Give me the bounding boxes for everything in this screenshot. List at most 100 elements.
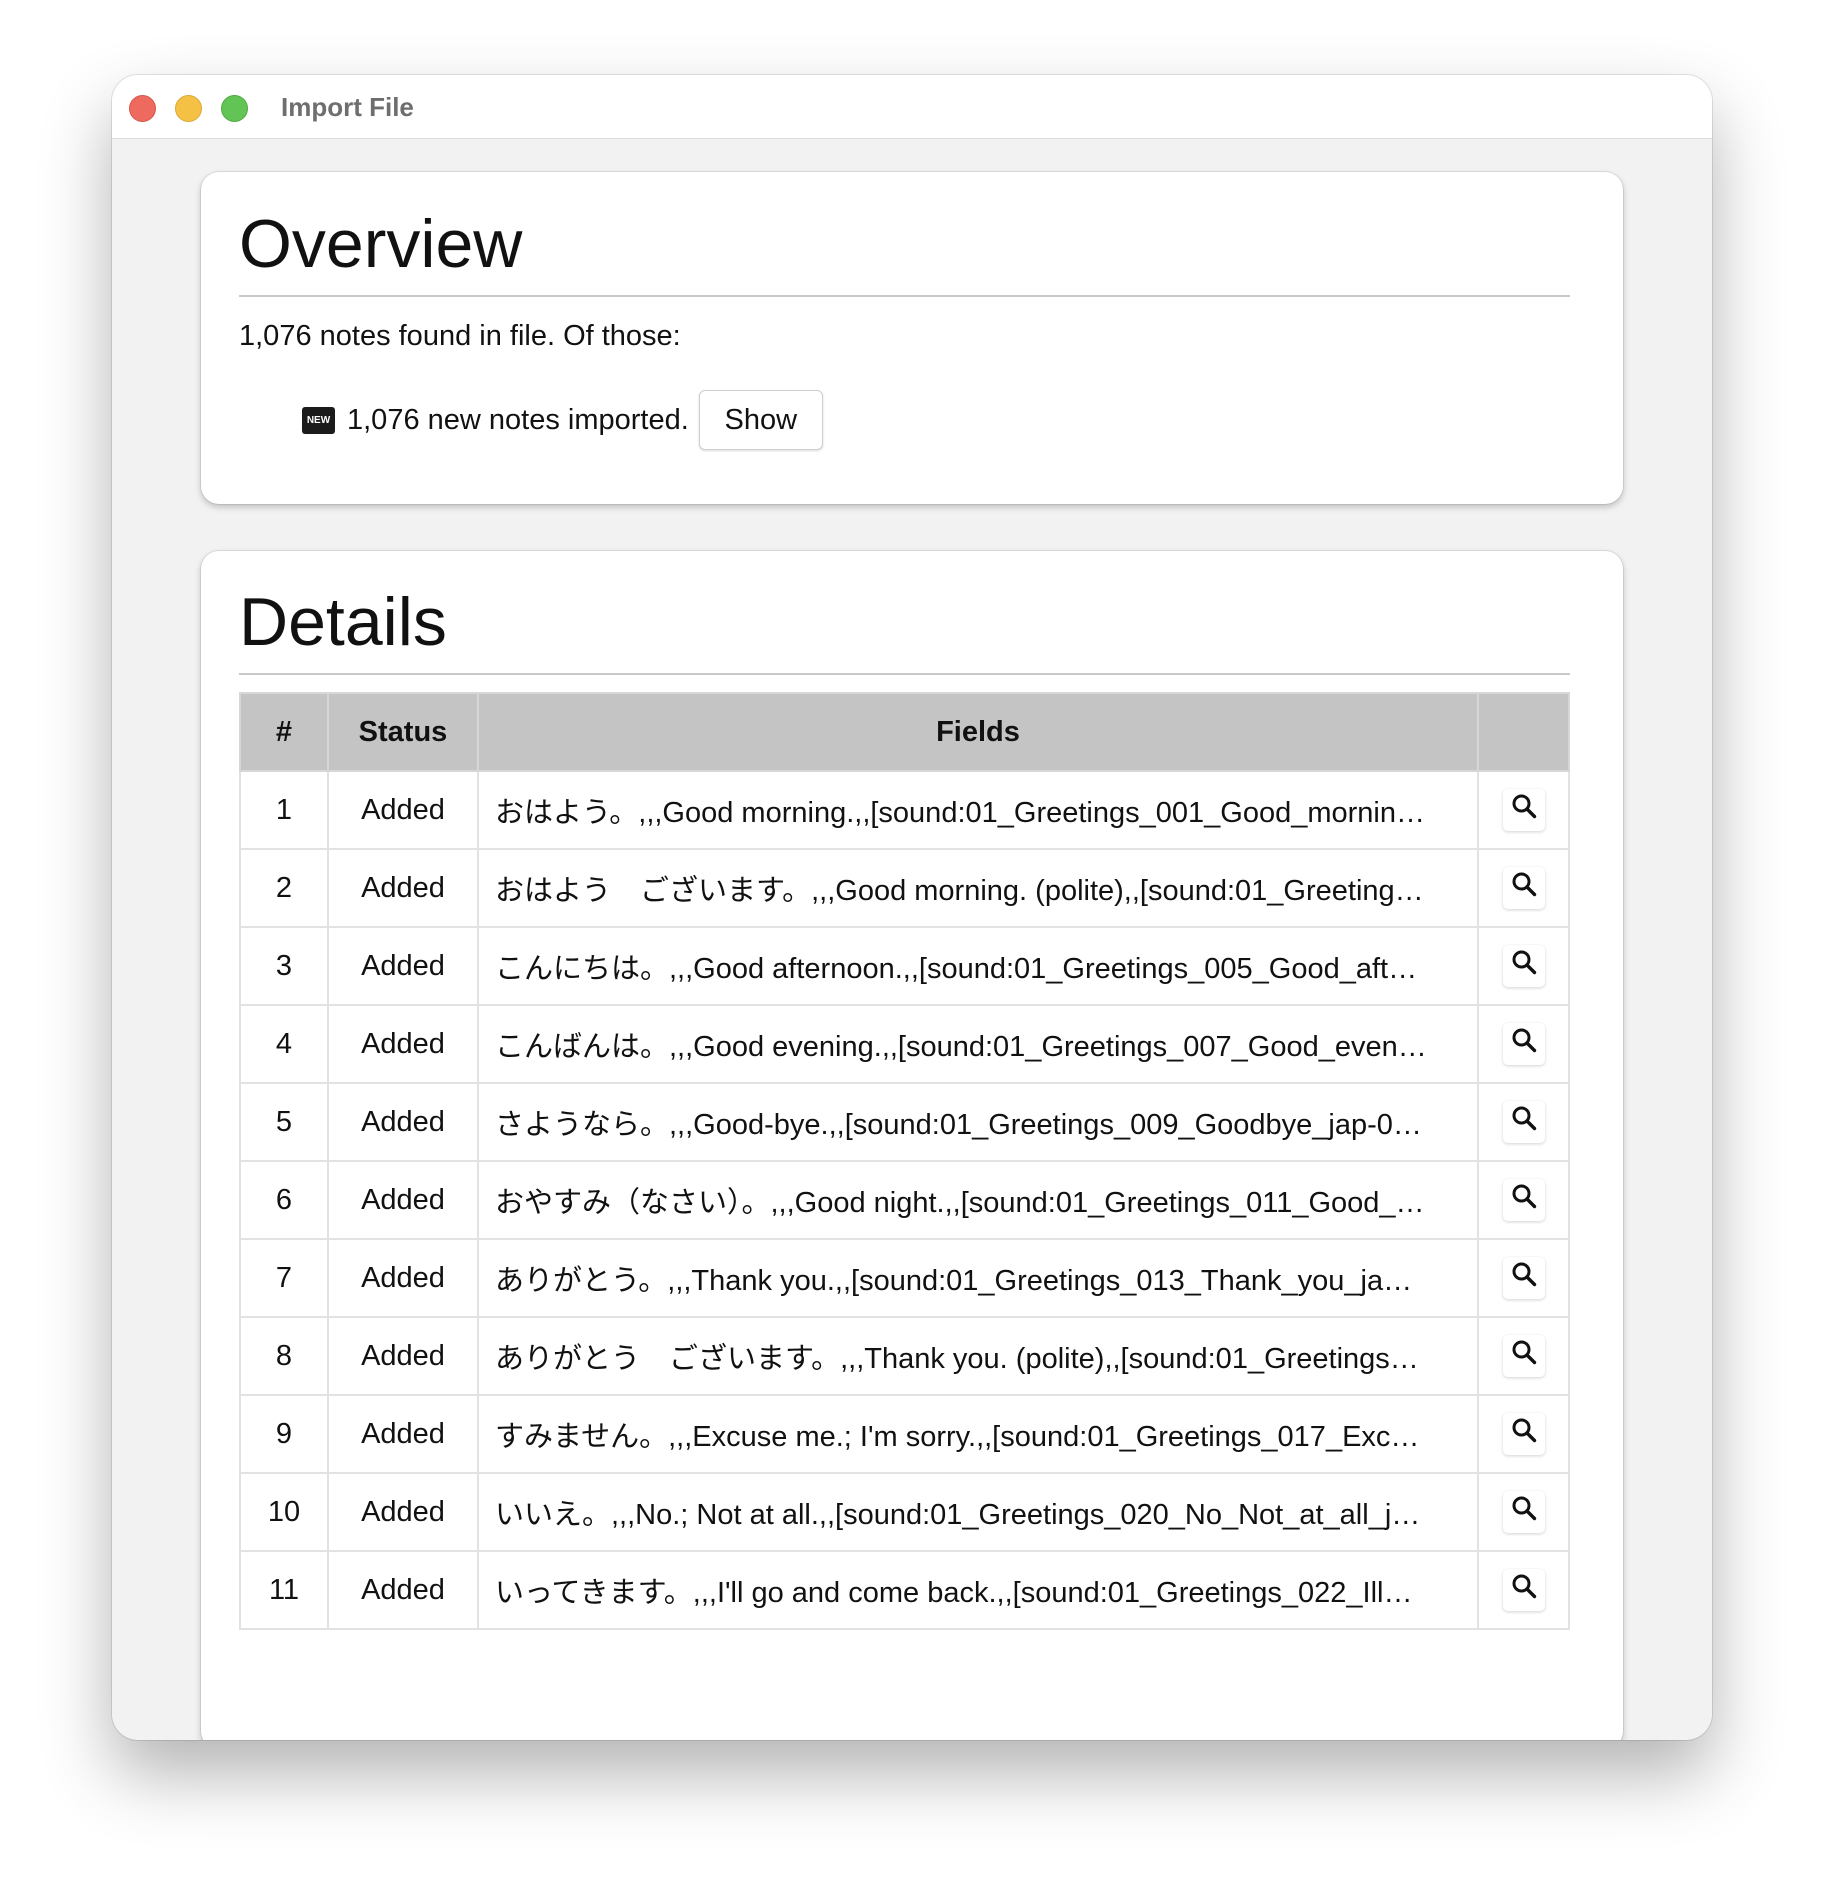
minimize-window-button[interactable] (175, 95, 202, 122)
column-header-fields: Fields (477, 692, 1479, 772)
row-fields: すみません。,,,Excuse me.; I'm sorry.,,[sound:… (477, 1394, 1479, 1474)
details-table: # Status Fields 1 Added おはよう。,,,Good morni… (239, 692, 1570, 1630)
search-note-button[interactable] (1502, 1335, 1545, 1377)
row-status: Added (327, 1004, 479, 1084)
row-fields: おはよう ございます。,,,Good morning. (polite),,[s… (477, 848, 1479, 928)
row-number: 6 (239, 1160, 329, 1240)
table-row[interactable]: 5 Added さようなら。,,,Good-bye.,,[sound:01_Gree… (239, 1082, 1570, 1162)
row-number: 1 (239, 770, 329, 850)
row-number: 11 (239, 1550, 329, 1630)
row-fields: さようなら。,,,Good-bye.,,[sound:01_Greetings_… (477, 1082, 1479, 1162)
window-title: Import File (281, 92, 414, 122)
search-icon (1510, 1572, 1538, 1608)
table-row[interactable]: 1 Added おはよう。,,,Good morning.,,[sound:01_G… (239, 770, 1570, 850)
row-number: 3 (239, 926, 329, 1006)
row-status: Added (327, 1550, 479, 1630)
zoom-window-button[interactable] (221, 95, 248, 122)
details-card: Details # Status Fields 1 Added おはよう。,,,Go… (201, 551, 1623, 1740)
search-icon (1510, 870, 1538, 906)
search-note-button[interactable] (1502, 1413, 1545, 1455)
search-icon (1510, 1260, 1538, 1296)
row-fields: こんにちは。,,,Good afternoon.,,[sound:01_Gree… (477, 926, 1479, 1006)
row-action-cell (1477, 770, 1570, 850)
row-status: Added (327, 1316, 479, 1396)
search-icon (1510, 1026, 1538, 1062)
table-row[interactable]: 10 Added いいえ。,,,No.; Not at all.,,[sound:0… (239, 1472, 1570, 1552)
overview-summary: 1,076 notes found in file. Of those: (239, 320, 681, 352)
row-action-cell (1477, 1550, 1570, 1630)
row-status: Added (327, 848, 479, 928)
new-notes-text: 1,076 new notes imported. (347, 404, 689, 436)
row-action-cell (1477, 1394, 1570, 1474)
row-number: 7 (239, 1238, 329, 1318)
table-row[interactable]: 4 Added こんばんは。,,,Good evening.,,[sound:01_… (239, 1004, 1570, 1084)
row-fields: いってきます。,,,I'll go and come back.,,[sound… (477, 1550, 1479, 1630)
show-button[interactable]: Show (698, 390, 823, 450)
search-note-button[interactable] (1502, 1257, 1545, 1299)
row-action-cell (1477, 848, 1570, 928)
search-note-button[interactable] (1502, 1491, 1545, 1533)
row-status: Added (327, 1160, 479, 1240)
search-icon (1510, 1416, 1538, 1452)
search-note-button[interactable] (1502, 867, 1545, 909)
row-action-cell (1477, 1160, 1570, 1240)
table-row[interactable]: 6 Added おやすみ（なさい）。,,,Good night.,,[sound:0… (239, 1160, 1570, 1240)
row-number: 5 (239, 1082, 329, 1162)
search-note-button[interactable] (1502, 789, 1545, 831)
search-icon (1510, 948, 1538, 984)
details-table-scroll[interactable]: # Status Fields 1 Added おはよう。,,,Good morni… (239, 692, 1570, 1740)
row-number: 2 (239, 848, 329, 928)
table-row[interactable]: 2 Added おはよう ございます。,,,Good morning. (polit… (239, 848, 1570, 928)
column-header-status: Status (327, 692, 479, 772)
row-fields: いいえ。,,,No.; Not at all.,,[sound:01_Greet… (477, 1472, 1479, 1552)
new-badge-icon: NEW (302, 406, 335, 434)
row-status: Added (327, 1082, 479, 1162)
search-note-button[interactable] (1502, 1023, 1545, 1065)
table-row[interactable]: 11 Added いってきます。,,,I'll go and come back.,… (239, 1550, 1570, 1630)
row-fields: おやすみ（なさい）。,,,Good night.,,[sound:01_Gree… (477, 1160, 1479, 1240)
table-row[interactable]: 7 Added ありがとう。,,,Thank you.,,[sound:01_Gre… (239, 1238, 1570, 1318)
row-action-cell (1477, 1004, 1570, 1084)
search-note-button[interactable] (1502, 1101, 1545, 1143)
table-row[interactable]: 8 Added ありがとう ございます。,,,Thank you. (polite)… (239, 1316, 1570, 1396)
overview-card: Overview 1,076 notes found in file. Of t… (201, 172, 1623, 504)
row-fields: こんばんは。,,,Good evening.,,[sound:01_Greeti… (477, 1004, 1479, 1084)
search-icon (1510, 792, 1538, 828)
row-action-cell (1477, 1238, 1570, 1318)
row-number: 4 (239, 1004, 329, 1084)
overview-heading: Overview (239, 206, 523, 282)
search-icon (1510, 1104, 1538, 1140)
row-action-cell (1477, 1472, 1570, 1552)
column-header-number: # (239, 692, 329, 772)
import-file-window: Import File Overview 1,076 notes found i… (112, 75, 1712, 1740)
row-action-cell (1477, 926, 1570, 1006)
row-fields: おはよう。,,,Good morning.,,[sound:01_Greetin… (477, 770, 1479, 850)
table-row[interactable]: 9 Added すみません。,,,Excuse me.; I'm sorry.,,[… (239, 1394, 1570, 1474)
overview-divider (239, 295, 1570, 297)
row-fields: ありがとう ございます。,,,Thank you. (polite),,[sou… (477, 1316, 1479, 1396)
details-heading: Details (239, 584, 447, 660)
row-number: 8 (239, 1316, 329, 1396)
new-notes-line: NEW 1,076 new notes imported. Show (302, 390, 823, 450)
table-body: 1 Added おはよう。,,,Good morning.,,[sound:01_G… (239, 770, 1570, 1630)
column-header-action (1477, 692, 1570, 772)
table-header-row: # Status Fields (239, 692, 1570, 772)
search-icon (1510, 1494, 1538, 1530)
row-status: Added (327, 1238, 479, 1318)
row-number: 9 (239, 1394, 329, 1474)
search-icon (1510, 1182, 1538, 1218)
search-note-button[interactable] (1502, 1179, 1545, 1221)
title-bar: Import File (112, 75, 1712, 139)
row-status: Added (327, 1472, 479, 1552)
search-note-button[interactable] (1502, 945, 1545, 987)
row-action-cell (1477, 1082, 1570, 1162)
search-icon (1510, 1338, 1538, 1374)
close-window-button[interactable] (129, 95, 156, 122)
search-note-button[interactable] (1502, 1569, 1545, 1611)
row-action-cell (1477, 1316, 1570, 1396)
table-row[interactable]: 3 Added こんにちは。,,,Good afternoon.,,[sound:0… (239, 926, 1570, 1006)
row-status: Added (327, 770, 479, 850)
row-status: Added (327, 1394, 479, 1474)
row-number: 10 (239, 1472, 329, 1552)
details-divider (239, 673, 1570, 675)
